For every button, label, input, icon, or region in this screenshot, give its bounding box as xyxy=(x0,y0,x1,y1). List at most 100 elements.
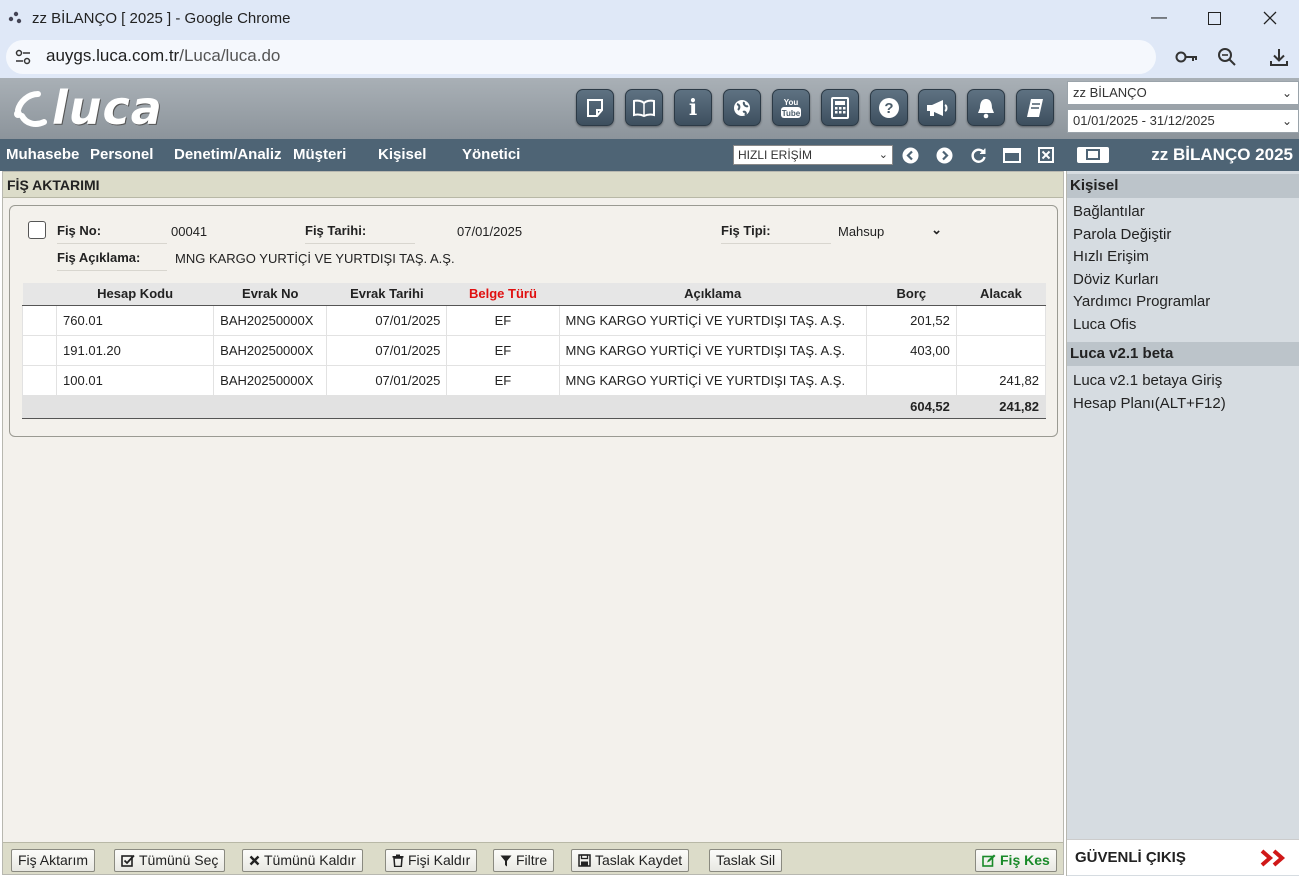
fis-kes-label: Fiş Kes xyxy=(1000,852,1050,868)
quick-access-select[interactable]: HIZLI ERİŞİM ⌄ xyxy=(733,145,893,165)
luca-logo[interactable]: luca xyxy=(8,81,163,135)
double-chevron-right-icon xyxy=(1260,840,1290,879)
column-header-evrak-tarihi[interactable]: Evrak Tarihi xyxy=(326,283,447,306)
evrak-tarihi-cell[interactable]: 07/01/2025 xyxy=(326,364,448,396)
column-header-alacak[interactable]: Alacak xyxy=(956,283,1046,306)
evrak-tarihi-cell[interactable]: 07/01/2025 xyxy=(326,304,448,336)
aciklama-cell[interactable]: MNG KARGO YURTİÇİ VE YURTDIŞI TAŞ. A.Ş. xyxy=(558,334,867,366)
alacak-cell[interactable] xyxy=(955,304,1047,336)
fis-tipi-select[interactable]: Mahsup ⌄ xyxy=(836,222,946,242)
site-settings-icon[interactable] xyxy=(12,46,34,68)
guide-book-button[interactable] xyxy=(625,89,663,126)
evrak-no-cell[interactable]: BAH20250000X xyxy=(213,364,328,396)
fis-aktarim-button[interactable]: Fiş Aktarım xyxy=(11,849,96,872)
alacak-cell[interactable] xyxy=(955,334,1047,366)
youtube-button[interactable]: You Tube xyxy=(772,89,810,126)
column-header-aciklama[interactable]: Açıklama xyxy=(559,283,867,306)
column-header xyxy=(22,283,57,306)
download-icon[interactable] xyxy=(1266,44,1292,70)
taslak-sil-button[interactable]: Taslak Sil xyxy=(709,849,783,872)
forward-icon[interactable] xyxy=(935,146,953,164)
maximize-icon[interactable] xyxy=(1185,0,1243,36)
aciklama-cell[interactable]: MNG KARGO YURTİÇİ VE YURTDIŞI TAŞ. A.Ş. xyxy=(558,304,867,336)
nav-musteri[interactable]: Müşteri xyxy=(293,146,346,163)
notifications-button[interactable] xyxy=(967,89,1005,126)
notebook-button[interactable] xyxy=(1016,89,1054,126)
fis-kes-button[interactable]: Fiş Kes xyxy=(975,849,1057,872)
table-row[interactable]: 100.01 BAH20250000X 07/01/2025 EF MNG KA… xyxy=(21,364,1047,396)
period-select[interactable]: 01/01/2025 - 31/12/2025 ⌄ xyxy=(1067,109,1299,133)
table-row[interactable]: 191.01.20 BAH20250000X 07/01/2025 EF MNG… xyxy=(21,334,1047,366)
nav-muhasebe[interactable]: Muhasebe xyxy=(6,146,79,163)
panel-title: FİŞ AKTARIMI xyxy=(3,172,1063,198)
luca-header: luca i You Tube ? zz BİLANÇO ⌄ 01/01/2025… xyxy=(0,78,1299,139)
select-all-checkbox[interactable] xyxy=(28,221,46,239)
tumunu-sec-button[interactable]: Tümünü Seç xyxy=(114,849,226,872)
megaphone-icon xyxy=(927,99,948,116)
belge-turu-cell[interactable]: EF xyxy=(446,334,560,366)
borc-cell[interactable]: 201,52 xyxy=(865,304,957,336)
sidebar-item-baglantilar[interactable]: Bağlantılar xyxy=(1073,203,1145,220)
borc-cell[interactable] xyxy=(865,364,957,396)
chevron-down-icon: ⌄ xyxy=(1281,86,1292,100)
calculator-button[interactable] xyxy=(821,89,859,126)
column-header-belge-turu[interactable]: Belge Türü xyxy=(446,283,559,306)
filtre-button[interactable]: Filtre xyxy=(493,849,555,872)
nav-personel[interactable]: Personel xyxy=(90,146,153,163)
filtre-label: Filtre xyxy=(516,852,548,868)
table-row[interactable]: 760.01 BAH20250000X 07/01/2025 EF MNG KA… xyxy=(21,304,1047,336)
sidebar-item-hesap-plani[interactable]: Hesap Planı(ALT+F12) xyxy=(1073,395,1226,412)
hesap-kodu-cell[interactable]: 191.01.20 xyxy=(56,334,215,366)
close-tab-icon[interactable] xyxy=(1037,146,1055,164)
belge-turu-cell[interactable]: EF xyxy=(446,364,560,396)
password-key-icon[interactable] xyxy=(1174,44,1200,70)
taslak-kaydet-button[interactable]: Taslak Kaydet xyxy=(571,849,690,872)
nav-yonetici[interactable]: Yönetici xyxy=(462,146,520,163)
sidebar-item-hizli-erisim[interactable]: Hızlı Erişim xyxy=(1073,248,1149,265)
evrak-no-cell[interactable]: BAH20250000X xyxy=(213,304,328,336)
sidebar-item-luca-ofis[interactable]: Luca Ofis xyxy=(1073,316,1136,333)
alacak-cell[interactable]: 241,82 xyxy=(955,364,1047,396)
check-square-icon xyxy=(121,854,135,867)
nav-kisisel[interactable]: Kişisel xyxy=(378,146,426,163)
web-button[interactable] xyxy=(723,89,761,126)
close-window-icon[interactable] xyxy=(1241,0,1299,36)
column-header-hesap-kodu[interactable]: Hesap Kodu xyxy=(56,283,214,306)
evrak-no-cell[interactable]: BAH20250000X xyxy=(213,334,328,366)
window-icon[interactable] xyxy=(1003,146,1021,164)
sidebar-item-doviz-kurlari[interactable]: Döviz Kurları xyxy=(1073,271,1159,288)
luca-app-icon xyxy=(4,7,26,29)
info-button[interactable]: i xyxy=(674,89,712,126)
secure-logout-button[interactable]: GÜVENLİ ÇIKIŞ xyxy=(1067,839,1299,875)
company-select[interactable]: zz BİLANÇO ⌄ xyxy=(1067,81,1299,105)
fisi-kaldir-button[interactable]: Fişi Kaldır xyxy=(385,849,478,872)
calculator-icon xyxy=(831,96,849,119)
note-button[interactable] xyxy=(576,89,614,126)
fullscreen-icon[interactable] xyxy=(1075,146,1111,164)
back-icon[interactable] xyxy=(901,146,919,164)
info-icon: i xyxy=(688,94,698,121)
column-header-evrak-no[interactable]: Evrak No xyxy=(213,283,327,306)
column-header-borc[interactable]: Borç xyxy=(866,283,957,306)
announcement-button[interactable] xyxy=(918,89,956,126)
evrak-tarihi-cell[interactable]: 07/01/2025 xyxy=(326,334,448,366)
sidebar-item-yardimci-programlar[interactable]: Yardımcı Programlar xyxy=(1073,293,1210,310)
nav-denetim-analiz[interactable]: Denetim/Analiz xyxy=(174,146,282,163)
hesap-kodu-cell[interactable]: 100.01 xyxy=(56,364,215,396)
sidebar-item-parola-degistir[interactable]: Parola Değiştir xyxy=(1073,226,1171,243)
zoom-icon[interactable] xyxy=(1214,44,1240,70)
hesap-kodu-cell[interactable]: 760.01 xyxy=(56,304,215,336)
tumunu-sec-label: Tümünü Seç xyxy=(139,852,219,868)
borc-cell[interactable]: 403,00 xyxy=(865,334,957,366)
tumunu-kaldir-button[interactable]: Tümünü Kaldır xyxy=(242,849,363,872)
sidebar-item-beta-giris[interactable]: Luca v2.1 betaya Giriş xyxy=(1073,372,1222,389)
help-button[interactable]: ? xyxy=(870,89,908,126)
url-text[interactable]: auygs.luca.com.tr/Luca/luca.do xyxy=(46,46,280,66)
x-icon xyxy=(249,855,260,866)
aciklama-cell[interactable]: MNG KARGO YURTİÇİ VE YURTDIŞI TAŞ. A.Ş. xyxy=(558,364,867,396)
minimize-icon[interactable]: — xyxy=(1130,0,1188,36)
belge-turu-cell[interactable]: EF xyxy=(446,304,560,336)
table-header-row: Hesap Kodu Evrak No Evrak Tarihi Belge T… xyxy=(22,283,1046,306)
globe-icon xyxy=(734,99,750,116)
refresh-icon[interactable] xyxy=(969,146,987,164)
